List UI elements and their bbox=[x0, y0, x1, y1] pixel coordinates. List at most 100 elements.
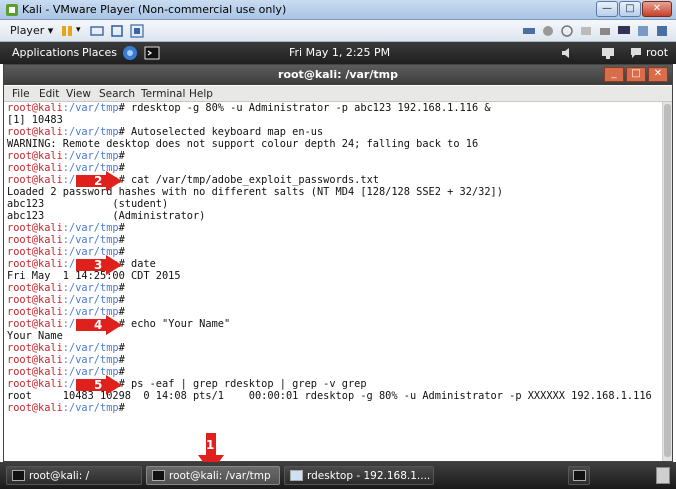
prompt-path: :/var/tmp bbox=[62, 222, 119, 234]
browser-icon[interactable] bbox=[122, 45, 138, 61]
terminal-scrollbar[interactable] bbox=[662, 102, 672, 461]
prompt-path: :/var/tmp bbox=[62, 282, 119, 294]
terminal-prompt-line: root@kali:/var/tmp# ps -eaf | grep rdesk… bbox=[7, 378, 367, 390]
cd-drive-icon[interactable] bbox=[560, 24, 574, 38]
terminal-prompt-line: root@kali:/var/tmp# bbox=[7, 234, 125, 246]
arrow-3-label: 3 bbox=[94, 258, 102, 272]
prompt-command: # bbox=[118, 222, 125, 234]
fullscreen-icon[interactable] bbox=[110, 24, 124, 38]
arrow-4-label: 4 bbox=[94, 318, 102, 332]
menu-help[interactable]: Help bbox=[189, 88, 213, 100]
prompt-path: :/var/tmp bbox=[62, 126, 119, 138]
terminal-prompt-line: root@kali:/var/tmp# bbox=[7, 150, 125, 162]
chat-icon[interactable] bbox=[629, 46, 643, 60]
prompt-user: root@kali bbox=[7, 234, 63, 246]
prompt-command: # bbox=[118, 234, 125, 246]
terminal-minimize-button[interactable]: _ bbox=[604, 67, 624, 82]
vm-settings-icon[interactable] bbox=[636, 24, 650, 38]
places-menu[interactable]: Places bbox=[82, 46, 117, 59]
prompt-user: root@kali bbox=[7, 126, 63, 138]
pause-dropdown-icon[interactable]: ▾ bbox=[76, 25, 81, 35]
menu-terminal[interactable]: Terminal bbox=[141, 88, 185, 100]
player-menu[interactable]: Player ▾ bbox=[10, 24, 53, 37]
terminal-prompt-line: root@kali:/var/tmp# bbox=[7, 354, 125, 366]
terminal-output-line: abc123 (student) bbox=[7, 198, 169, 210]
terminal-prompt-line: root@kali:/var/tmp# bbox=[7, 342, 125, 354]
terminal-icon bbox=[152, 470, 165, 481]
prompt-user: root@kali bbox=[7, 306, 63, 318]
prompt-user: root@kali bbox=[7, 318, 63, 330]
prompt-command: # ps -eaf | grep rdesktop | grep -v grep bbox=[118, 378, 367, 390]
display-icon[interactable] bbox=[617, 24, 631, 38]
bottom-taskbar: root@kali: / root@kali: /var/tmp rdeskto… bbox=[0, 462, 676, 489]
applications-menu[interactable]: Applications bbox=[12, 46, 79, 59]
prompt-command: # bbox=[118, 342, 125, 354]
panel-clock[interactable]: Fri May 1, 2:25 PM bbox=[289, 46, 390, 59]
sound-device-icon[interactable] bbox=[579, 24, 593, 38]
prompt-user: root@kali bbox=[7, 366, 63, 378]
terminal-prompt-line: root@kali:/var/tmp# bbox=[7, 294, 125, 306]
network-icon[interactable] bbox=[600, 46, 616, 60]
volume-icon[interactable] bbox=[560, 46, 576, 60]
network-device-icon[interactable] bbox=[522, 24, 536, 38]
menu-view[interactable]: View bbox=[66, 88, 91, 100]
prompt-command: # bbox=[118, 150, 125, 162]
printer-icon[interactable] bbox=[598, 24, 612, 38]
annotation-arrow-4: 4 bbox=[76, 315, 122, 335]
close-button[interactable]: ✕ bbox=[642, 1, 672, 17]
terminal-launcher-icon[interactable] bbox=[144, 45, 160, 61]
arrow-2-label: 2 bbox=[94, 174, 102, 188]
terminal-icon bbox=[12, 470, 25, 481]
arrow-5-label: 5 bbox=[94, 378, 102, 392]
unity-icon[interactable] bbox=[130, 24, 144, 38]
pause-icon[interactable] bbox=[60, 24, 74, 38]
prompt-user: root@kali bbox=[7, 222, 63, 234]
prompt-path: :/var/tmp bbox=[62, 294, 119, 306]
taskbar-item-rdesktop[interactable]: rdesktop - 192.168.1.... bbox=[284, 466, 434, 485]
prompt-command: # Autoselected keyboard map en-us bbox=[118, 126, 324, 138]
send-ctrl-alt-del-icon[interactable] bbox=[90, 24, 104, 38]
prompt-path: :/var/tmp bbox=[62, 150, 119, 162]
prompt-path: :/var/tmp bbox=[62, 402, 119, 414]
prompt-user: root@kali bbox=[7, 354, 63, 366]
gnome-top-panel: Applications Places Fri May 1, 2:25 PM r… bbox=[0, 42, 676, 64]
menu-file[interactable]: File bbox=[12, 88, 30, 100]
prompt-command: # date bbox=[118, 258, 156, 270]
trash-icon[interactable] bbox=[656, 467, 670, 484]
terminal-title: root@kali: /var/tmp bbox=[278, 68, 398, 81]
workspace-icon bbox=[573, 470, 586, 481]
terminal-prompt-line: root@kali:/var/tmp# Autoselected keyboar… bbox=[7, 126, 323, 138]
prompt-user: root@kali bbox=[7, 174, 63, 186]
prompt-user: root@kali bbox=[7, 294, 63, 306]
terminal-output-line: Your Name bbox=[7, 330, 63, 342]
prompt-user: root@kali bbox=[7, 102, 63, 114]
prompt-user: root@kali bbox=[7, 246, 63, 258]
vmware-titlebar: Kali - VMware Player (Non-commercial use… bbox=[0, 0, 676, 20]
scrollbar-thumb[interactable] bbox=[664, 104, 671, 457]
prompt-path: :/var/tmp bbox=[62, 102, 119, 114]
taskbar-item-root-terminal[interactable]: root@kali: / bbox=[6, 466, 142, 485]
terminal-prompt-line: root@kali:/var/tmp# rdesktop -g 80% -u A… bbox=[7, 102, 491, 114]
prompt-command: # bbox=[118, 294, 125, 306]
workspace-switcher-button[interactable] bbox=[568, 466, 590, 485]
terminal-prompt-line: root@kali:/var/tmp# bbox=[7, 222, 125, 234]
terminal-close-button[interactable]: ✕ bbox=[648, 67, 668, 82]
menu-search[interactable]: Search bbox=[99, 88, 135, 100]
sidebar-icon[interactable] bbox=[655, 24, 669, 38]
prompt-user: root@kali bbox=[7, 150, 63, 162]
user-menu[interactable]: root bbox=[646, 46, 668, 59]
prompt-user: root@kali bbox=[7, 162, 63, 174]
prompt-command: # rdesktop -g 80% -u Administrator -p ab… bbox=[118, 102, 491, 114]
prompt-command: # bbox=[118, 402, 125, 414]
prompt-path: :/var/tmp bbox=[62, 234, 119, 246]
taskbar-item-var-tmp-terminal[interactable]: root@kali: /var/tmp bbox=[146, 466, 280, 485]
maximize-button[interactable]: □ bbox=[619, 1, 641, 17]
terminal-maximize-button[interactable]: □ bbox=[626, 67, 646, 82]
usb-device-icon[interactable] bbox=[541, 24, 555, 38]
prompt-user: root@kali bbox=[7, 378, 63, 390]
prompt-command: # cat /var/tmp/adobe_exploit_passwords.t… bbox=[118, 174, 379, 186]
arrow-1-label: 1 bbox=[206, 438, 214, 452]
minimize-button[interactable]: — bbox=[596, 1, 618, 17]
menu-edit[interactable]: Edit bbox=[39, 88, 59, 100]
terminal-output[interactable]: root@kali:/var/tmp# rdesktop -g 80% -u A… bbox=[4, 102, 672, 461]
